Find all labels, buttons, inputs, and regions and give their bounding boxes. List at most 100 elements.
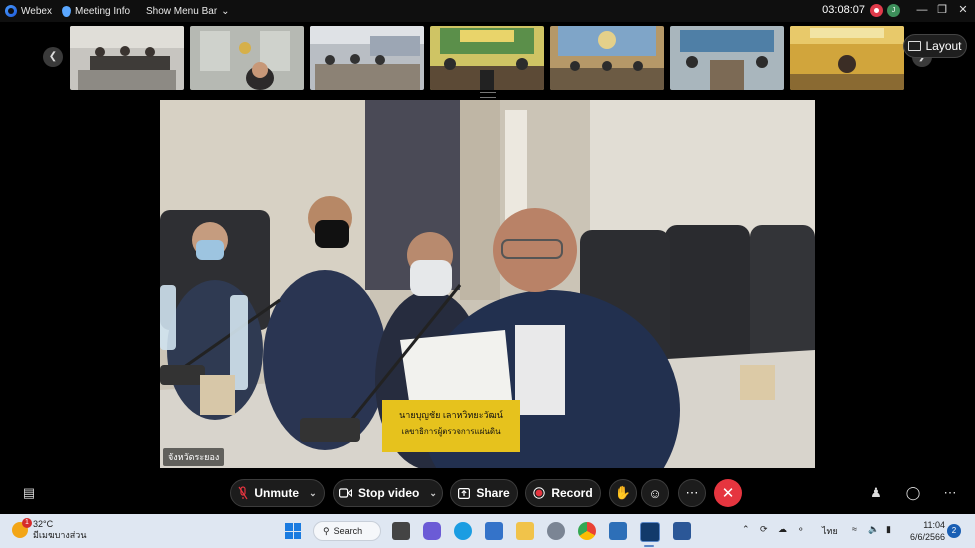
- app-name: Webex: [21, 5, 52, 17]
- participant-thumbnail[interactable]: [190, 26, 304, 90]
- camera-icon: [339, 488, 353, 498]
- share-label: Share: [476, 486, 510, 500]
- recording-status-icon: [870, 4, 883, 17]
- settings-icon[interactable]: [547, 522, 565, 540]
- meeting-info-label: Meeting Info: [75, 5, 131, 17]
- windows-start-icon[interactable]: [285, 523, 301, 539]
- taskbar: 1 32°C มีเมฆบางส่วน ⚲ Search ⌃ ⟳ ☁ ⚬ ไทย…: [0, 514, 975, 548]
- stop-video-label: Stop video: [358, 486, 420, 500]
- active-app-indicator: [644, 545, 654, 547]
- media-player-icon[interactable]: [609, 522, 627, 540]
- participant-thumbnail[interactable]: [550, 26, 664, 90]
- temperature: 32°C: [33, 519, 54, 529]
- active-speaker-video: นายบุญชัย เลาหวิทยะวัฒน์ เลขาธิการผู้ตรว…: [160, 100, 815, 468]
- search-label: Search: [333, 526, 363, 536]
- file-explorer-icon[interactable]: [516, 522, 534, 540]
- sync-icon[interactable]: ⟳: [760, 524, 768, 535]
- input-language[interactable]: ไทย: [822, 524, 838, 538]
- clock-time: 11:04: [923, 520, 946, 530]
- minimize-icon[interactable]: —: [913, 2, 931, 18]
- thumbnail-video: [70, 26, 184, 90]
- participants-icon[interactable]: ♟: [868, 485, 884, 501]
- meeting-info-button[interactable]: Meeting Info: [62, 3, 130, 19]
- show-menu-bar-button[interactable]: Show Menu Bar ⌄: [146, 3, 230, 19]
- participant-name-label: จังหวัดระยอง: [163, 448, 225, 466]
- thumbnail-video: [670, 26, 784, 90]
- unmute-button[interactable]: Unmute ⌄: [230, 479, 325, 507]
- close-icon: ✕: [721, 485, 735, 502]
- task-view-icon[interactable]: [392, 522, 410, 540]
- notification-badge[interactable]: 2: [947, 524, 961, 538]
- word-icon[interactable]: [673, 522, 691, 540]
- layout-button[interactable]: Layout: [903, 34, 967, 58]
- participant-thumbnail[interactable]: [70, 26, 184, 90]
- share-button[interactable]: Share: [450, 479, 518, 507]
- leave-meeting-button[interactable]: ✕: [714, 479, 742, 507]
- mic-off-icon: [238, 486, 248, 500]
- edge-icon[interactable]: [454, 522, 472, 540]
- more-icon[interactable]: ⋯: [942, 485, 958, 501]
- battery-icon[interactable]: ▮: [886, 524, 891, 535]
- webex-app-icon[interactable]: [640, 522, 660, 542]
- wifi-icon[interactable]: ≈: [852, 524, 857, 534]
- raise-hand-button[interactable]: ✋: [609, 479, 637, 507]
- share-icon: [458, 487, 471, 499]
- participant-thumbnails: [70, 26, 904, 90]
- chat-icon[interactable]: ◯: [905, 485, 921, 501]
- avatar[interactable]: J: [887, 4, 900, 17]
- thumbnail-video: [310, 26, 424, 90]
- thumbnail-video: [550, 26, 664, 90]
- nameplate-line1: นายบุญชัย เลาหวิทยะวัฒน์: [399, 409, 503, 421]
- participant-thumbnail[interactable]: [310, 26, 424, 90]
- clock-date: 6/6/2566: [910, 532, 946, 542]
- meeting-timer: 03:08:07: [822, 4, 865, 16]
- search-icon: ⚲: [323, 525, 330, 536]
- app-brand: Webex: [5, 3, 52, 19]
- layout-label: Layout: [925, 39, 962, 53]
- thumbnail-video: [790, 26, 904, 90]
- participant-thumbnail[interactable]: [790, 26, 904, 90]
- close-icon[interactable]: ✕: [954, 2, 972, 18]
- weather-sun-icon: 1: [12, 518, 32, 538]
- speaker-video-frame: นายบุญชัย เลาหวิทยะวัฒน์ เลขาธิการผู้ตรว…: [160, 100, 815, 468]
- participant-thumbnail[interactable]: [670, 26, 784, 90]
- scroll-left-button[interactable]: ❮: [43, 47, 63, 67]
- show-menu-bar-label: Show Menu Bar: [146, 5, 218, 17]
- record-icon: [533, 487, 546, 499]
- record-label: Record: [551, 486, 593, 500]
- nameplate-line2: เลขาธิการผู้ตรวจการแผ่นดิน: [401, 427, 501, 437]
- participant-thumbnail[interactable]: [430, 26, 544, 90]
- restore-icon[interactable]: ❐: [933, 2, 951, 18]
- unmute-label: Unmute: [254, 486, 300, 500]
- cloud-icon[interactable]: ☁: [778, 524, 787, 535]
- weather-widget[interactable]: 1 32°C มีเมฆบางส่วน: [12, 518, 87, 541]
- shield-info-icon: [62, 5, 71, 17]
- record-button[interactable]: Record: [525, 479, 601, 507]
- volume-muted-icon[interactable]: 🔈: [868, 524, 879, 535]
- title-bar: Webex Meeting Info Show Menu Bar ⌄ 03:08…: [0, 0, 975, 22]
- thumbnail-video: [190, 26, 304, 90]
- resize-handle[interactable]: [480, 92, 496, 98]
- smiley-icon: ☺: [648, 485, 662, 501]
- thumbnail-video: [430, 26, 544, 90]
- reactions-button[interactable]: ☺: [641, 479, 669, 507]
- weather-badge: 1: [22, 518, 32, 528]
- mic-muted-icon[interactable]: ⚬: [797, 524, 805, 535]
- taskbar-clock[interactable]: 11:04 6/6/2566: [910, 519, 945, 543]
- store-icon[interactable]: [485, 522, 503, 540]
- weather-description: มีเมฆบางส่วน: [33, 530, 87, 540]
- chat-app-icon[interactable]: [423, 522, 441, 540]
- layout-icon: [908, 41, 922, 51]
- taskbar-search[interactable]: ⚲ Search: [313, 521, 381, 541]
- captions-icon[interactable]: ▤: [21, 485, 37, 501]
- chevron-up-icon[interactable]: ⌃: [742, 524, 750, 535]
- chevron-down-icon: ⌄: [309, 487, 317, 498]
- chevron-down-icon: ⌄: [429, 487, 437, 498]
- chevron-down-icon: ⌄: [221, 5, 230, 17]
- chrome-icon[interactable]: [578, 522, 596, 540]
- more-options-button[interactable]: ⋯: [678, 479, 706, 507]
- more-icon: ⋯: [685, 485, 699, 500]
- hand-icon: ✋: [614, 485, 632, 500]
- webex-logo-icon: [5, 5, 17, 17]
- stop-video-button[interactable]: Stop video ⌄: [333, 479, 443, 507]
